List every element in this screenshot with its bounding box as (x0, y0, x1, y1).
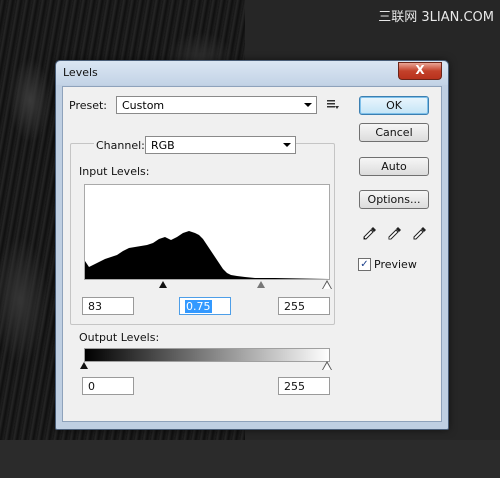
output-black-slider[interactable] (80, 362, 88, 369)
input-gamma-field[interactable]: 0.75 (179, 297, 231, 315)
channel-select[interactable]: RGB (145, 136, 296, 154)
histogram (84, 184, 330, 280)
output-black-value: 0 (88, 380, 95, 393)
workspace-bottom (0, 440, 500, 478)
input-gamma-value: 0.75 (185, 300, 212, 313)
channel-label: Channel: (94, 139, 147, 152)
input-black-value: 83 (88, 300, 102, 313)
output-white-field[interactable]: 255 (278, 377, 330, 395)
input-gamma-slider[interactable] (257, 281, 265, 288)
gray-eyedropper-icon[interactable] (387, 225, 403, 241)
slider-fill (323, 282, 331, 289)
watermark: 三联网 3LIAN.COM (378, 10, 494, 25)
preset-label: Preset: (69, 99, 108, 112)
input-black-slider[interactable] (159, 281, 167, 288)
channel-value: RGB (151, 139, 175, 152)
preview-checkbox[interactable]: ✓ (358, 258, 371, 271)
title-bar[interactable]: Levels X (56, 61, 448, 85)
preset-menu-icon[interactable] (327, 100, 339, 110)
preview-label[interactable]: Preview (374, 258, 417, 271)
input-black-field[interactable]: 83 (82, 297, 134, 315)
output-gradient-bar (84, 348, 330, 362)
auto-button[interactable]: Auto (359, 157, 429, 176)
output-levels-label: Output Levels: (79, 331, 160, 344)
options-button[interactable]: Options... (359, 190, 429, 209)
cancel-button[interactable]: Cancel (359, 123, 429, 142)
preset-select[interactable]: Custom (116, 96, 317, 114)
preset-value: Custom (122, 99, 165, 112)
white-eyedropper-icon[interactable] (412, 225, 428, 241)
slider-fill (323, 363, 331, 370)
chevron-down-icon (283, 143, 291, 147)
black-eyedropper-icon[interactable] (362, 225, 378, 241)
output-white-value: 255 (284, 380, 305, 393)
input-white-value: 255 (284, 300, 305, 313)
close-button[interactable]: X (398, 62, 442, 80)
input-levels-label: Input Levels: (79, 165, 150, 178)
window-title: Levels (63, 66, 98, 79)
ok-button[interactable]: OK (359, 96, 429, 115)
chevron-down-icon (304, 103, 312, 107)
input-white-field[interactable]: 255 (278, 297, 330, 315)
histogram-graph (85, 231, 329, 279)
output-black-field[interactable]: 0 (82, 377, 134, 395)
